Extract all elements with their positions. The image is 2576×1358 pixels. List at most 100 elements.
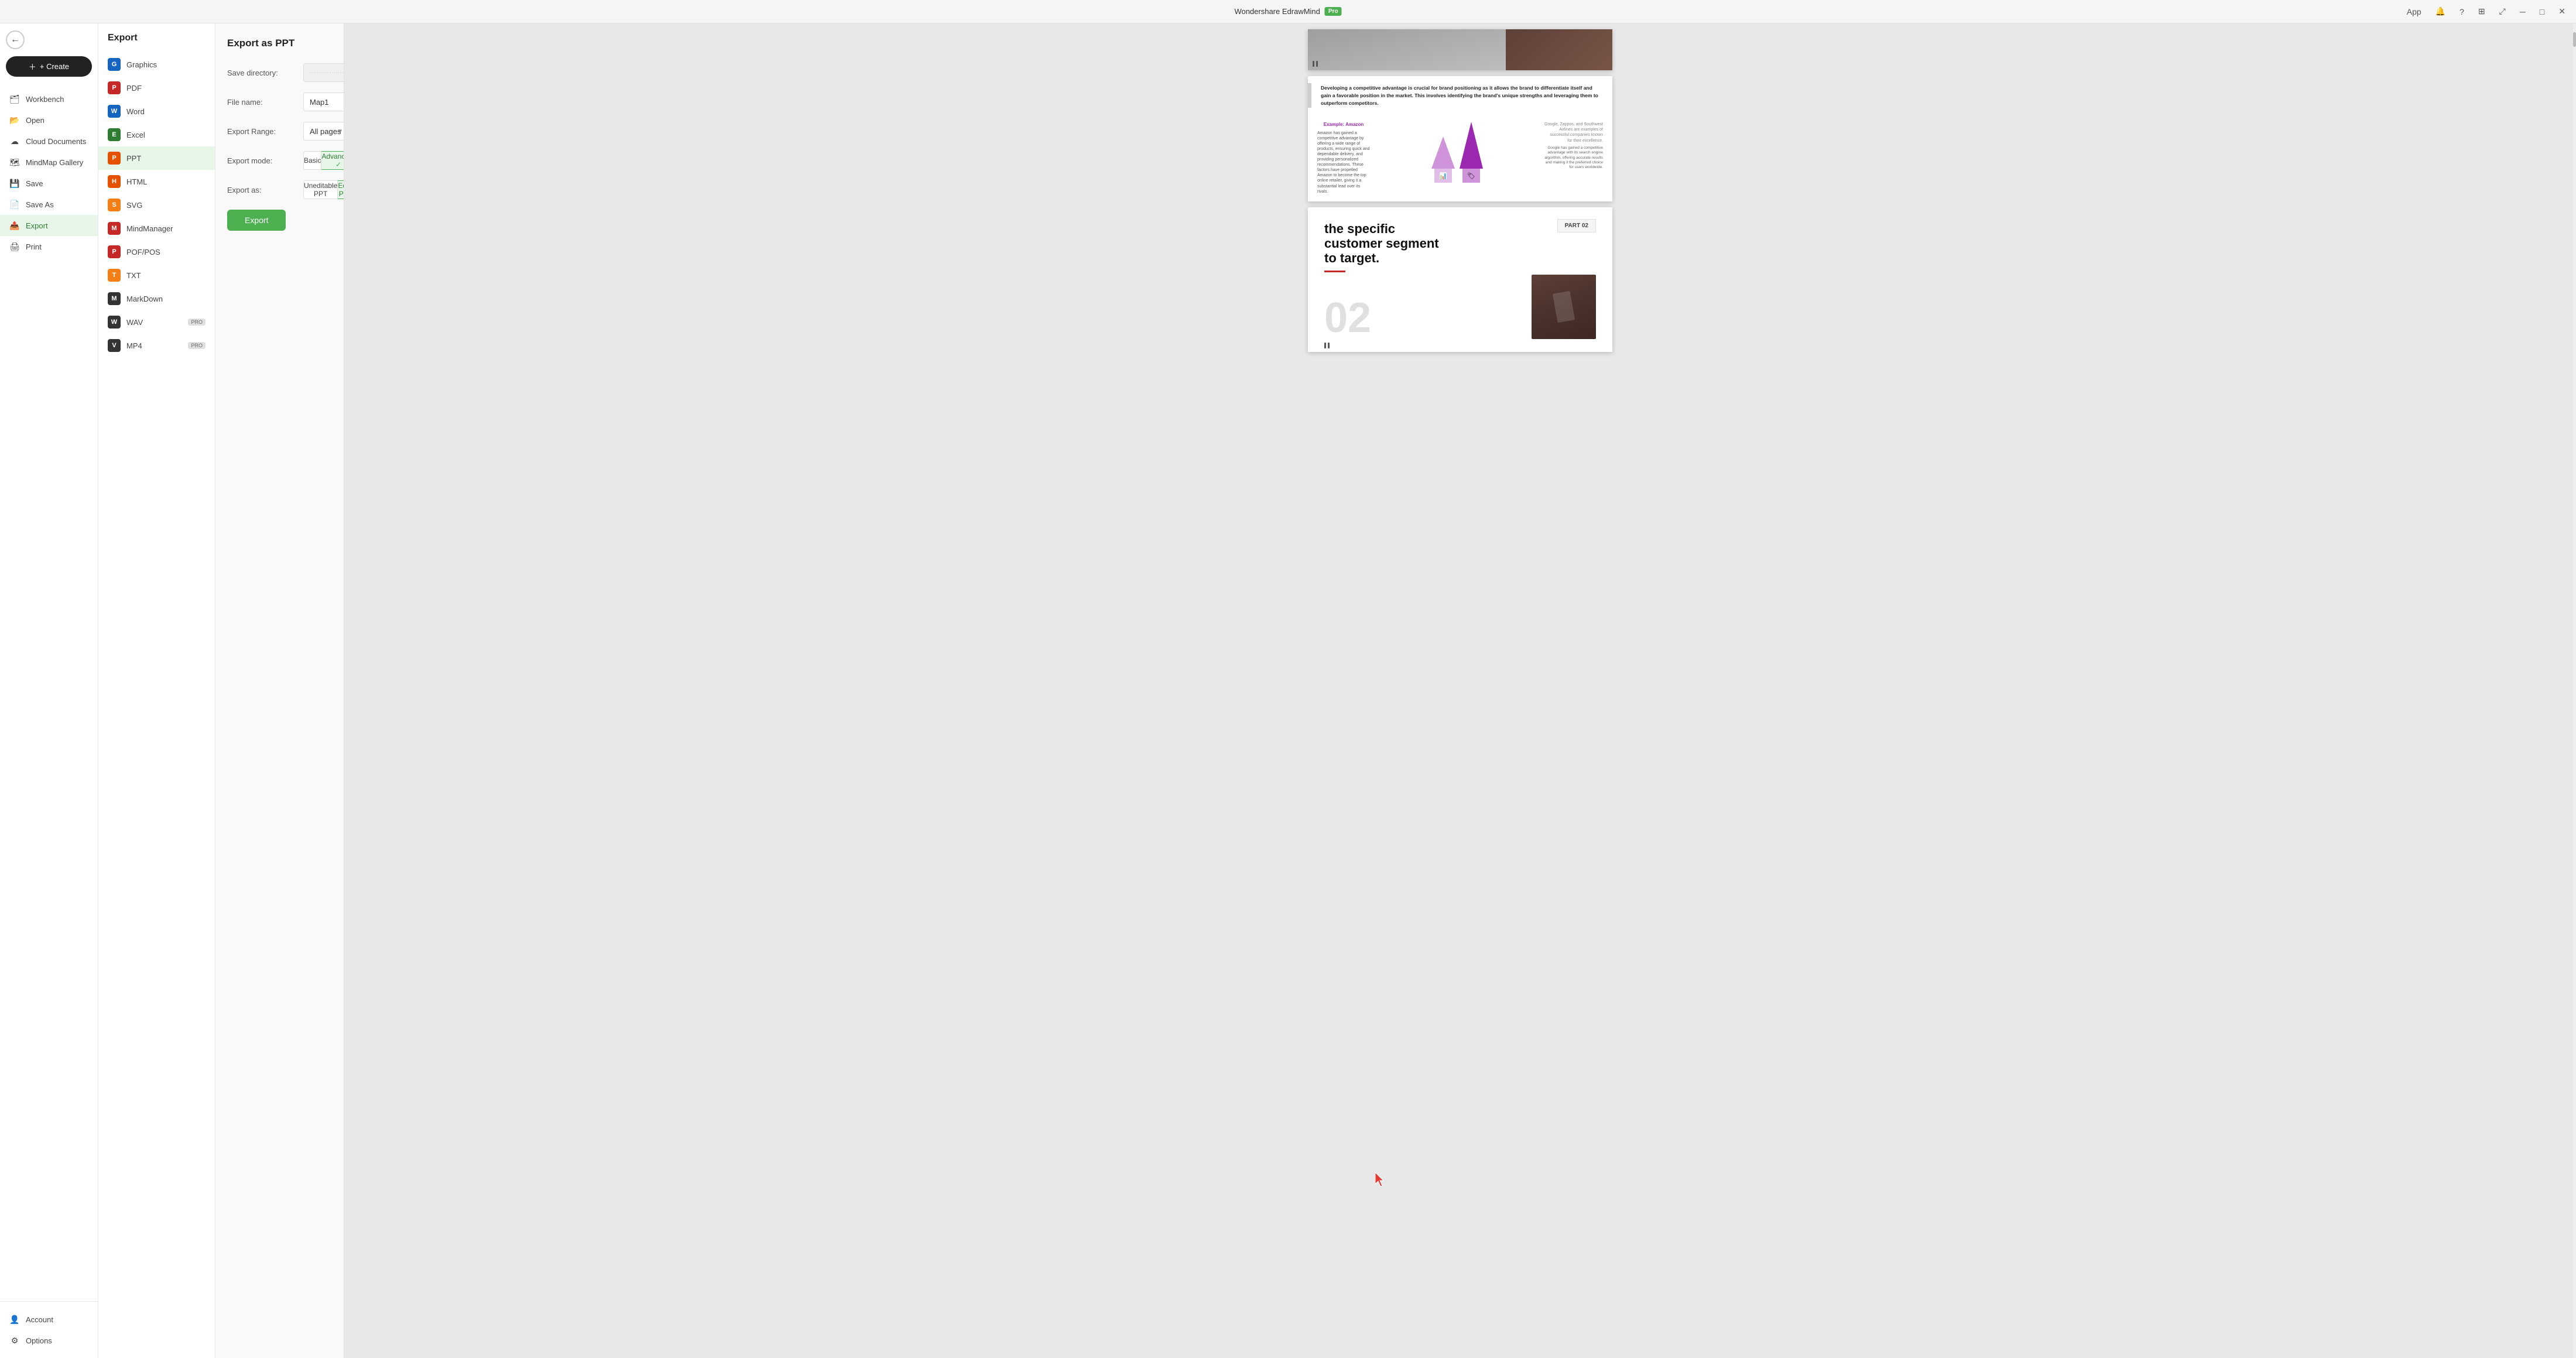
cloud-label: Cloud Documents: [26, 137, 86, 146]
back-button[interactable]: ←: [6, 30, 25, 49]
mode-basic-label: Basic: [304, 156, 321, 165]
format-item-pdf[interactable]: P PDF: [98, 76, 215, 100]
print-label: Print: [26, 242, 42, 251]
ppt-label: PPT: [126, 154, 141, 163]
format-item-excel[interactable]: E Excel: [98, 123, 215, 146]
large-arrow: [1460, 122, 1483, 169]
slide2-image: [1532, 275, 1596, 339]
create-button[interactable]: ＋ + Create: [6, 56, 92, 77]
arrow-icon-1: 📊: [1434, 169, 1452, 183]
format-item-word[interactable]: W Word: [98, 100, 215, 123]
wav-badge: PRO: [188, 319, 205, 326]
mindmanager-icon: M: [108, 222, 121, 235]
export-range-wrapper: All pages: [303, 122, 344, 141]
mode-advanced-button[interactable]: Advanced ✓: [321, 151, 344, 170]
minimize-button[interactable]: ─: [2516, 6, 2529, 18]
slide2-image-area: [1532, 275, 1596, 339]
create-label: + Create: [40, 62, 69, 71]
excel-label: Excel: [126, 131, 145, 139]
export-settings-title: Export as PPT: [227, 37, 332, 49]
file-name-row: File name:: [227, 93, 332, 111]
slide-top-image: [1308, 29, 1612, 70]
slide1-body: Developing a competitive advantage is cr…: [1311, 76, 1612, 115]
export-range-select[interactable]: All pages: [303, 122, 344, 141]
html-icon: H: [108, 175, 121, 188]
svg-icon: S: [108, 199, 121, 211]
markdown-icon: M: [108, 292, 121, 305]
export-mode-toggle: Basic Advanced ✓: [303, 151, 344, 170]
slide2-card: PART 02 the specific customer segment to…: [1308, 207, 1612, 352]
sidebar-item-save[interactable]: 💾 Save: [0, 173, 98, 194]
mindmap-label: MindMap Gallery: [26, 158, 83, 167]
sidebar-item-mindmap[interactable]: 🗺 MindMap Gallery: [0, 152, 98, 173]
mode-basic-button[interactable]: Basic: [303, 151, 321, 170]
sidebar-item-account[interactable]: 👤 Account: [0, 1309, 98, 1330]
sidebar-item-print[interactable]: 🖨 Print: [0, 236, 98, 257]
pause-bar-1: [1313, 61, 1314, 67]
pause2-bar-1: [1324, 343, 1326, 348]
slide1-arrows: Example: Amazon Amazon has gained a comp…: [1308, 115, 1612, 201]
mode-advanced-label: Advanced: [321, 152, 344, 160]
format-item-ppt[interactable]: P PPT: [98, 146, 215, 170]
export-title: Export: [98, 33, 215, 53]
format-item-graphics[interactable]: G Graphics: [98, 53, 215, 76]
sidebar-item-workbench[interactable]: 🗂 Workbench: [0, 88, 98, 110]
app-body: ← ＋ + Create 🗂 Workbench 📂 Open ☁ Cloud …: [0, 23, 2576, 1358]
markdown-label: MarkDown: [126, 295, 163, 303]
format-item-mp4[interactable]: V MP4 PRO: [98, 334, 215, 357]
save-dir-placeholder: ···················: [310, 69, 344, 76]
close-button[interactable]: ✕: [2555, 5, 2569, 18]
preview-area: Developing a competitive advantage is cr…: [344, 23, 2576, 1358]
part-label: PART 02: [1557, 219, 1596, 232]
format-item-html[interactable]: H HTML: [98, 170, 215, 193]
format-item-svg[interactable]: S SVG: [98, 193, 215, 217]
grid-button[interactable]: ⊞: [2475, 5, 2489, 18]
cursor-indicator: [1375, 1172, 1387, 1188]
export-mode-row: Export mode: Basic Advanced ✓: [227, 151, 332, 170]
app-button[interactable]: App: [2403, 6, 2425, 18]
help-button[interactable]: ?: [2456, 6, 2468, 18]
uneditable-ppt-button[interactable]: Uneditable PPT: [303, 180, 338, 199]
red-underline: [1324, 271, 1345, 272]
editable-ppt-button[interactable]: Editable PPT ✓: [338, 180, 344, 199]
sidebar-item-saveas[interactable]: 📄 Save As: [0, 194, 98, 215]
save-directory-row: Save directory: ··················· Brow…: [227, 63, 332, 82]
mp4-label: MP4: [126, 341, 142, 350]
txt-label: TXT: [126, 271, 141, 280]
format-item-pofpos[interactable]: P POF/POS: [98, 240, 215, 264]
sidebar-item-export[interactable]: 📤 Export: [0, 215, 98, 236]
open-icon: 📂: [9, 115, 20, 125]
format-item-markdown[interactable]: M MarkDown: [98, 287, 215, 310]
wav-label: WAV: [126, 318, 143, 327]
back-icon: ←: [6, 30, 25, 49]
editable-label: Editable PPT: [338, 182, 344, 198]
slide2-bottom: 02: [1324, 275, 1596, 339]
pause-controls: [1313, 61, 1318, 67]
export-as-row: Export as: Uneditable PPT Editable PPT ✓: [227, 180, 332, 199]
sidebar-item-options[interactable]: ⚙ Options: [0, 1330, 98, 1351]
export-button[interactable]: Export: [227, 210, 286, 231]
slide-bg-left: [1308, 29, 1506, 70]
format-item-txt[interactable]: T TXT: [98, 264, 215, 287]
options-icon: ⚙: [9, 1335, 20, 1346]
mindmap-icon: 🗺: [9, 157, 20, 167]
maximize-button[interactable]: □: [2536, 6, 2548, 18]
app-name: Wondershare EdrawMind: [1234, 7, 1320, 16]
arrow-col-2: 🏷: [1460, 122, 1483, 183]
format-item-wav[interactable]: W WAV PRO: [98, 310, 215, 334]
save-dir-field: ···················: [303, 63, 344, 82]
format-item-mindmanager[interactable]: M MindManager: [98, 217, 215, 240]
slide1-inner: Developing a competitive advantage is cr…: [1308, 76, 1612, 115]
file-name-input[interactable]: [303, 93, 344, 111]
account-label: Account: [26, 1315, 53, 1324]
titlebar: Wondershare EdrawMind Pro App 🔔 ? ⊞ ⤢ ─ …: [0, 0, 2576, 23]
fullscreen-button[interactable]: ⤢: [2496, 5, 2509, 18]
notification-button[interactable]: 🔔: [2432, 5, 2449, 18]
sidebar-item-cloud[interactable]: ☁ Cloud Documents: [0, 131, 98, 152]
sidebar-top: ← ＋ + Create: [0, 23, 98, 84]
graphics-label: Graphics: [126, 60, 157, 69]
slide1-right-text: Google, Zappos, and Southwest Airlines a…: [1544, 122, 1603, 170]
sidebar-item-open[interactable]: 📂 Open: [0, 110, 98, 131]
arrow-col-1: 📊: [1431, 136, 1455, 183]
arrow-icon-2: 🏷: [1462, 169, 1480, 183]
